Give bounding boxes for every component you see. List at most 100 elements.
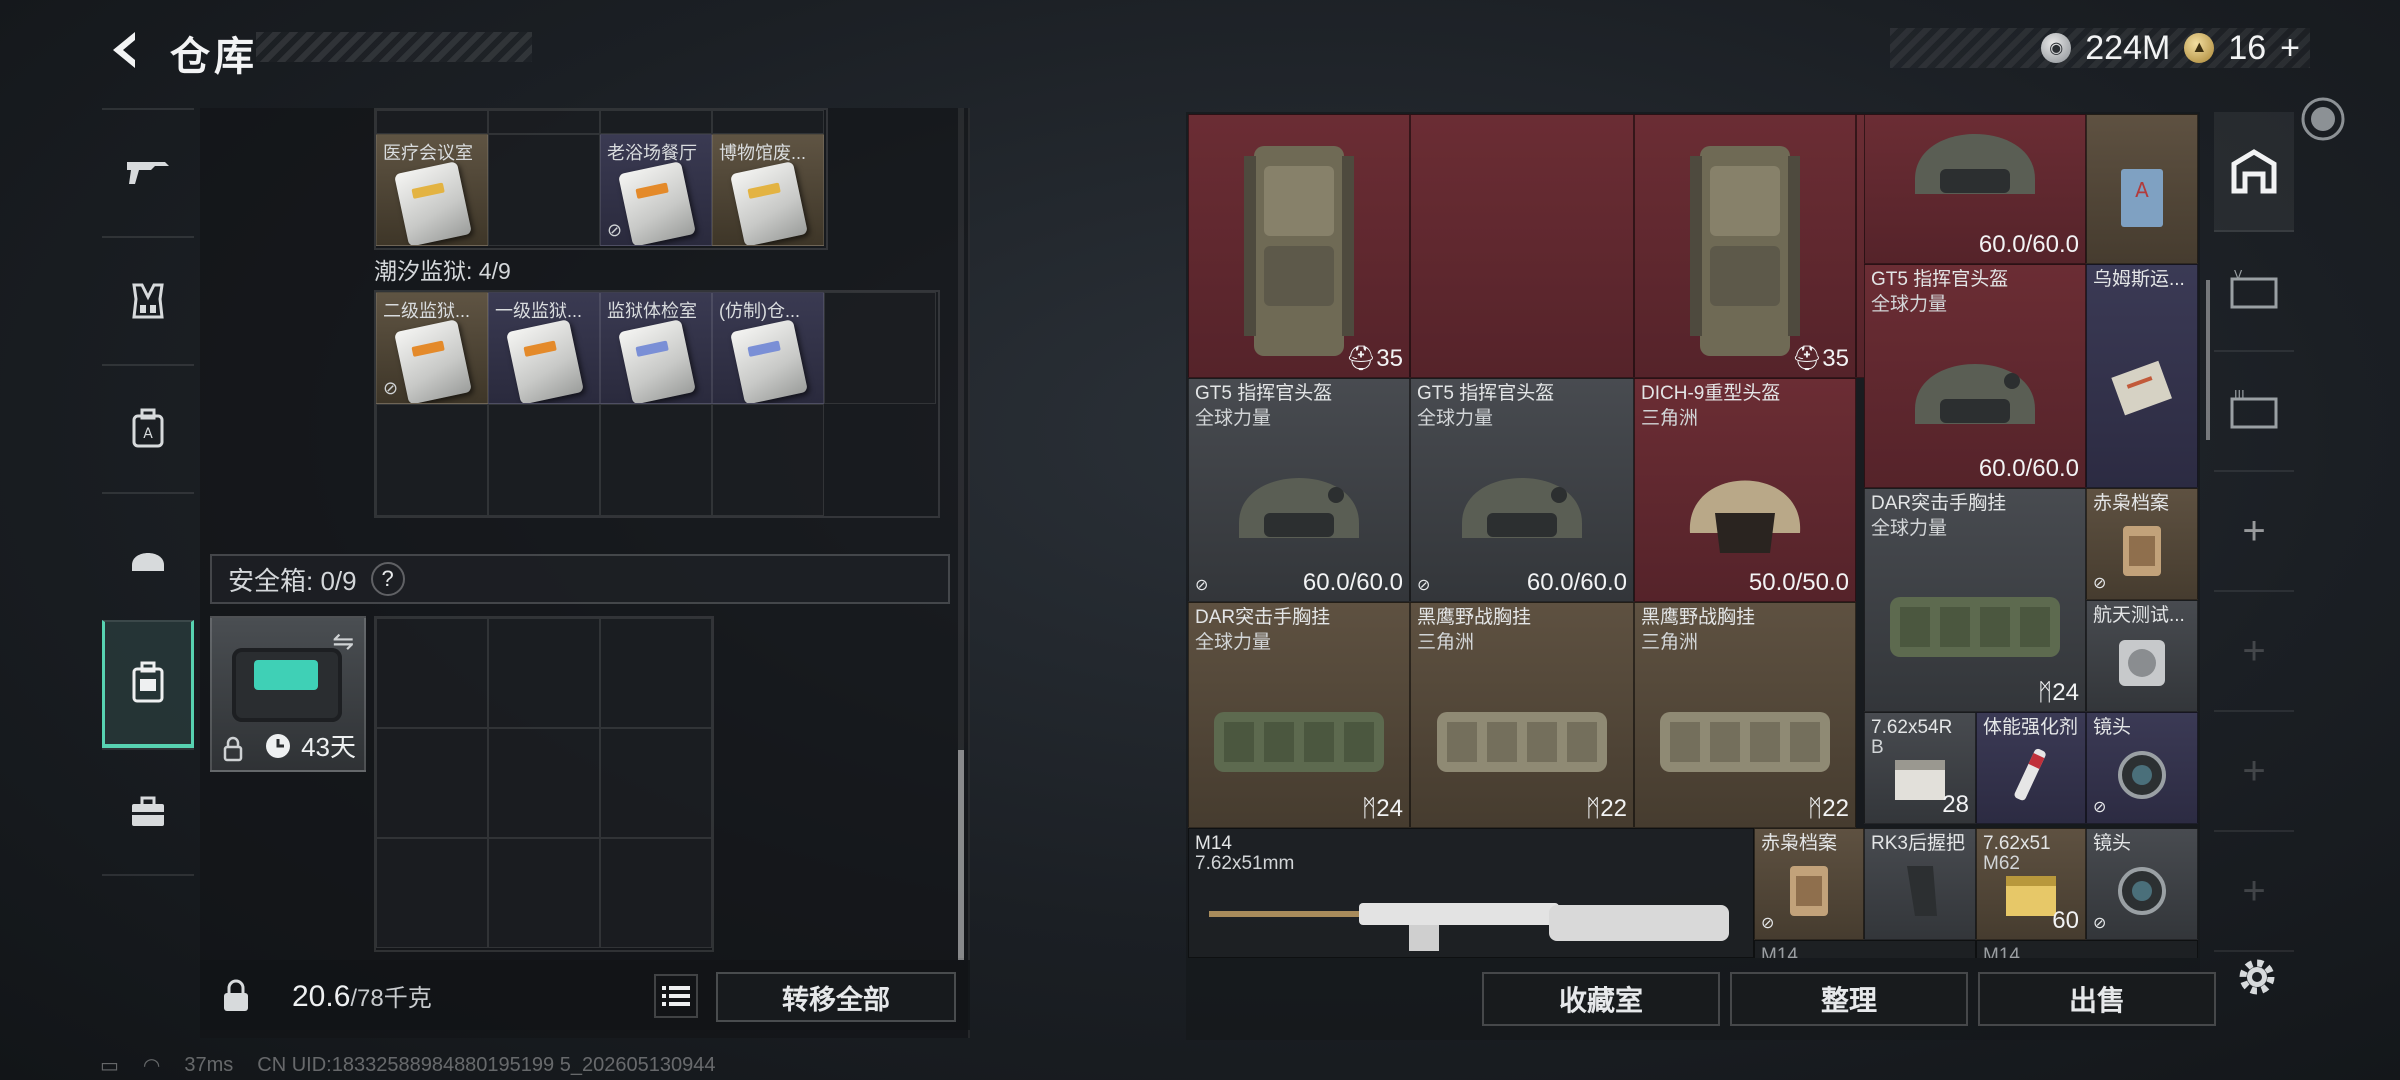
item-count: ᛗ22 <box>1585 795 1627 822</box>
organize-button[interactable]: 整理 <box>1730 972 1968 1026</box>
add-currency-button[interactable]: + <box>2280 29 2300 68</box>
safebox-label: 安全箱: 0/9 <box>228 565 357 596</box>
rail-add-storage[interactable]: + <box>2214 472 2294 592</box>
item-name: 航天测试... <box>2093 605 2185 626</box>
backpack-item[interactable]: ⛑35 <box>1634 114 1856 378</box>
helmet-item[interactable]: GT5 指挥官头盔 全球力量 60.0/60.0 <box>1864 264 2086 488</box>
vest-image <box>1214 712 1384 773</box>
rail-storage-main[interactable] <box>2214 112 2294 232</box>
helmet-item[interactable]: GT5 指挥官头盔 全球力量 ⊘ 60.0/60.0 <box>1410 378 1634 602</box>
document-item[interactable]: 赤枭档案 ⊘ <box>1754 828 1864 940</box>
injector-item[interactable]: 体能强化剂 <box>1976 712 2086 824</box>
sell-button[interactable]: 出售 <box>1978 972 2216 1026</box>
back-button[interactable] <box>100 24 150 76</box>
plus-icon: + <box>2242 628 2266 673</box>
rail-storage-2[interactable]: V <box>2214 232 2294 352</box>
collection-room-button[interactable]: 收藏室 <box>1482 972 1720 1026</box>
battery-icon: ▭ <box>100 1054 119 1077</box>
storage-scroll-thumb[interactable] <box>958 750 964 960</box>
ping-value: 37ms <box>184 1053 234 1076</box>
keycard-icon <box>730 161 808 245</box>
document-item[interactable]: 赤枭档案 ⊘ <box>2086 488 2198 600</box>
plus-icon: + <box>2242 508 2266 553</box>
keycard-icon <box>618 161 696 245</box>
disk-image <box>2119 639 2165 686</box>
tech-item[interactable]: 航天测试... <box>2086 600 2198 712</box>
target-icon[interactable] <box>2298 94 2348 144</box>
safebox-duration: 43天 <box>301 732 356 762</box>
helmet-item[interactable]: GT5 指挥官头盔 全球力量 ⊘ 60.0/60.0 <box>1188 378 1410 602</box>
helmet-image <box>1462 478 1582 539</box>
keycard-item[interactable]: 医疗会议室 <box>376 134 488 246</box>
vest-icon <box>132 283 164 319</box>
item-caliber: 7.62x51mm <box>1195 853 1295 874</box>
keycard-item[interactable]: 博物馆废... <box>712 134 824 246</box>
document-item[interactable]: A <box>2086 114 2198 264</box>
grid-cell <box>376 404 488 516</box>
grid-cell <box>488 134 600 246</box>
grid-cell <box>600 728 712 838</box>
transfer-all-button[interactable]: 转移全部 <box>716 972 956 1022</box>
grid-cell <box>488 838 600 948</box>
document-item[interactable]: 乌姆斯运... <box>2086 264 2198 488</box>
page-title: 仓库 <box>170 35 258 79</box>
item-name: 镜头 <box>2093 717 2132 738</box>
helmet-item[interactable]: DICH-9重型头盔 三角洲 50.0/50.0 <box>1634 378 1856 602</box>
ammo-item[interactable]: 7.62x51 M62 60 <box>1976 828 2086 940</box>
no-transfer-icon: ⊘ <box>2093 575 2107 592</box>
backpack-item[interactable]: ⛑35 <box>1188 114 1410 378</box>
vest-item[interactable]: DAR突击手胸挂 全球力量 ᛗ24 <box>1864 488 2086 712</box>
weapon-item[interactable]: M14 7.62x51mm <box>1188 828 1754 958</box>
keycard-item[interactable]: 监狱体检室 <box>600 292 712 404</box>
item-faction: 全球力量 <box>1195 408 1272 429</box>
item-name: 乌姆斯运... <box>2093 269 2185 290</box>
keycard-item[interactable]: 老浴场餐厅 ⊘ <box>600 134 712 246</box>
vest-item[interactable]: DAR突击手胸挂 全球力量 ᛗ24 <box>1188 602 1410 828</box>
rail-storage-3[interactable]: III <box>2214 352 2294 472</box>
safebox-item[interactable]: ⇋ 43天 <box>210 616 366 772</box>
rail-safebox[interactable] <box>102 620 194 748</box>
grid-cell <box>488 728 600 838</box>
rail-add-storage[interactable]: + <box>2214 712 2294 832</box>
vest-item[interactable]: 黑鹰野战胸挂 三角洲 ᛗ22 <box>1410 602 1634 828</box>
list-view-button[interactable] <box>654 974 698 1018</box>
rail-add-storage[interactable]: + <box>2214 832 2294 952</box>
weight-bar: 20.6/78千克 转移全部 <box>200 960 970 1030</box>
rail-helmets[interactable] <box>102 492 194 620</box>
inventory-scrollbar[interactable] <box>2206 280 2210 440</box>
item-count: 60 <box>2052 907 2079 934</box>
rail-backpacks[interactable]: A <box>102 364 194 492</box>
ammo-item[interactable]: 7.62x54R B 28 <box>1864 712 1976 824</box>
weapon-item[interactable]: M14 <box>1754 940 1976 958</box>
helmet-item[interactable]: 60.0/60.0 <box>1864 114 2086 264</box>
lock-button[interactable] <box>214 976 258 1016</box>
item-name: 一级监狱... <box>495 301 583 321</box>
rail-weapons[interactable] <box>102 108 194 236</box>
keycard-item[interactable]: 二级监狱... ⊘ <box>376 292 488 404</box>
item-name: GT5 指挥官头盔 <box>1195 383 1333 404</box>
svg-text:A: A <box>2135 178 2149 202</box>
rail-add-storage[interactable]: + <box>2214 592 2294 712</box>
item-name: (仿制)仓... <box>719 301 800 321</box>
rail-toolbox[interactable] <box>102 748 194 876</box>
vest-item[interactable]: 黑鹰野战胸挂 三角洲 ᛗ22 <box>1634 602 1856 828</box>
weapon-item[interactable]: M14 <box>1976 940 2198 958</box>
gear-icon[interactable] <box>2234 954 2280 1000</box>
scope-item[interactable]: 镜头 ⊘ <box>2086 828 2198 940</box>
item-name: 7.62x54R <box>1871 717 1953 738</box>
item-name: 7.62x51 <box>1983 833 2051 854</box>
rail-vests[interactable] <box>102 236 194 364</box>
storage-box-icon: III <box>2230 389 2278 429</box>
grid-cell <box>824 404 936 516</box>
item-faction: 全球力量 <box>1417 408 1494 429</box>
item-faction: 三角洲 <box>1641 408 1699 429</box>
plus-icon: + <box>2242 748 2266 793</box>
help-button[interactable]: ? <box>370 562 405 596</box>
item-name: 医疗会议室 <box>383 143 473 163</box>
scope-item[interactable]: 镜头 ⊘ <box>2086 712 2198 824</box>
helmet-image <box>1915 134 2035 195</box>
gold-coin-icon: ▲ <box>2184 33 2215 63</box>
grip-item[interactable]: RK3后握把 <box>1864 828 1976 940</box>
keycard-item[interactable]: (仿制)仓... <box>712 292 824 404</box>
keycard-item[interactable]: 一级监狱... <box>488 292 600 404</box>
